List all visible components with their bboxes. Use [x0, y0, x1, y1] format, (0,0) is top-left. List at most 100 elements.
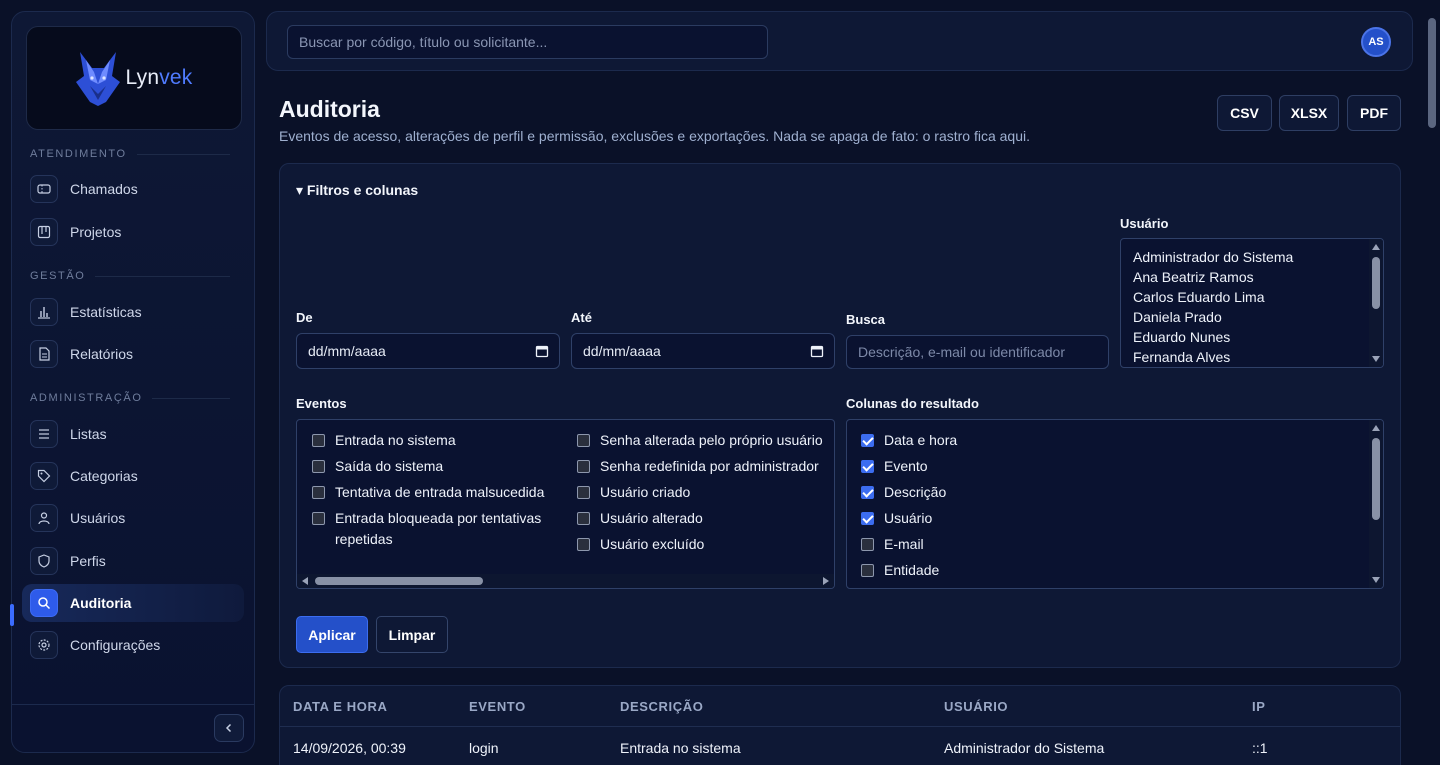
- user-option[interactable]: Fernanda Alves: [1121, 347, 1383, 367]
- brand-name: Lynvek: [125, 66, 193, 89]
- event-option[interactable]: Usuário criado: [577, 482, 690, 503]
- event-option[interactable]: Tentativa de entrada malsucedida: [312, 482, 544, 503]
- checkbox[interactable]: [861, 538, 874, 551]
- checkbox[interactable]: [312, 512, 325, 525]
- cell-description: Entrada no sistema: [620, 740, 741, 756]
- apply-button[interactable]: Aplicar: [296, 616, 368, 653]
- user-icon: [30, 504, 58, 532]
- checkbox[interactable]: [577, 486, 590, 499]
- sidebar-item-chamados[interactable]: Chamados: [22, 170, 244, 208]
- filters-panel: ▾ Filtros e colunas De dd/mm/aaaa Até dd…: [279, 163, 1401, 668]
- user-option[interactable]: Administrador do Sistema: [1121, 247, 1383, 267]
- sidebar: Lynvek ATENDIMENTO Chamados Projetos GES…: [10, 11, 255, 753]
- search-icon: [30, 589, 58, 617]
- columns-scrollbar[interactable]: [1369, 420, 1383, 588]
- sidebar-item-label: Chamados: [70, 181, 138, 197]
- cell-ip: ::1: [1252, 740, 1268, 756]
- from-date-input[interactable]: dd/mm/aaaa: [296, 333, 560, 369]
- user-option[interactable]: Ana Beatriz Ramos: [1121, 267, 1383, 287]
- brand-logo[interactable]: Lynvek: [26, 26, 242, 130]
- document-icon: [30, 340, 58, 368]
- sidebar-item-relatorios[interactable]: Relatórios: [22, 335, 244, 373]
- shield-icon: [30, 547, 58, 575]
- checkbox[interactable]: [312, 434, 325, 447]
- to-date-label: Até: [571, 310, 592, 325]
- checkbox[interactable]: [577, 460, 590, 473]
- events-horizontal-scrollbar[interactable]: [297, 574, 834, 588]
- page-title: Auditoria: [279, 96, 380, 122]
- from-date-label: De: [296, 310, 313, 325]
- page-subtitle: Eventos de acesso, alterações de perfil …: [279, 128, 1030, 144]
- column-header-description[interactable]: DESCRIÇÃO: [620, 699, 703, 714]
- checkbox-checked[interactable]: [861, 434, 874, 447]
- column-option[interactable]: Evento: [861, 456, 928, 477]
- export-csv-button[interactable]: CSV: [1217, 95, 1272, 131]
- global-search-input[interactable]: [287, 25, 768, 59]
- avatar[interactable]: AS: [1361, 27, 1391, 57]
- event-option[interactable]: Saída do sistema: [312, 456, 443, 477]
- event-option[interactable]: Senha alterada pelo próprio usuário: [577, 430, 823, 451]
- sidebar-item-listas[interactable]: Listas: [22, 415, 244, 453]
- section-title-atendimento: ATENDIMENTO: [30, 148, 230, 160]
- events-label: Eventos: [296, 396, 347, 411]
- event-option[interactable]: Entrada bloqueada por tentativas repetid…: [312, 508, 552, 550]
- calendar-icon[interactable]: [535, 344, 549, 358]
- event-option[interactable]: Senha redefinida por administrador: [577, 456, 819, 477]
- sidebar-item-label: Projetos: [70, 224, 122, 240]
- section-title-administracao: ADMINISTRAÇÃO: [30, 392, 230, 404]
- column-option[interactable]: Usuário: [861, 508, 932, 529]
- sidebar-item-auditoria[interactable]: Auditoria: [22, 584, 244, 622]
- checkbox[interactable]: [577, 538, 590, 551]
- event-option[interactable]: Entrada no sistema: [312, 430, 456, 451]
- checkbox[interactable]: [312, 486, 325, 499]
- column-option[interactable]: Descrição: [861, 482, 946, 503]
- user-select-scrollbar[interactable]: [1369, 239, 1383, 367]
- events-checkbox-group: Entrada no sistema Saída do sistema Tent…: [296, 419, 835, 589]
- sidebar-item-perfis[interactable]: Perfis: [22, 542, 244, 580]
- sidebar-item-projetos[interactable]: Projetos: [22, 213, 244, 251]
- tag-icon: [30, 462, 58, 490]
- checkbox[interactable]: [312, 460, 325, 473]
- chevron-left-icon: [225, 723, 232, 733]
- sidebar-item-label: Relatórios: [70, 346, 134, 362]
- sidebar-item-configuracoes[interactable]: Configurações: [22, 626, 244, 664]
- sidebar-item-usuarios[interactable]: Usuários: [22, 499, 244, 537]
- export-xlsx-button[interactable]: XLSX: [1279, 95, 1339, 131]
- column-header-user[interactable]: USUÁRIO: [944, 699, 1008, 714]
- ticket-icon: [30, 175, 58, 203]
- to-date-input[interactable]: dd/mm/aaaa: [571, 333, 835, 369]
- event-option[interactable]: Usuário alterado: [577, 508, 703, 529]
- calendar-icon[interactable]: [810, 344, 824, 358]
- export-pdf-button[interactable]: PDF: [1347, 95, 1401, 131]
- page-scrollbar[interactable]: [1424, 0, 1440, 765]
- checkbox-checked[interactable]: [861, 460, 874, 473]
- search-label: Busca: [846, 312, 886, 327]
- user-option[interactable]: Eduardo Nunes: [1121, 327, 1383, 347]
- sidebar-item-estatisticas[interactable]: Estatísticas: [22, 293, 244, 331]
- filter-search-input[interactable]: Descrição, e-mail ou identificador: [846, 335, 1109, 369]
- filters-toggle[interactable]: ▾ Filtros e colunas: [296, 182, 418, 199]
- user-option[interactable]: Daniela Prado: [1121, 307, 1383, 327]
- cell-user: Administrador do Sistema: [944, 740, 1105, 756]
- checkbox-checked[interactable]: [861, 486, 874, 499]
- checkbox[interactable]: [577, 512, 590, 525]
- clear-button[interactable]: Limpar: [376, 616, 448, 653]
- sidebar-item-label: Configurações: [70, 637, 161, 653]
- checkbox[interactable]: [577, 434, 590, 447]
- active-indicator: [10, 604, 14, 626]
- collapse-sidebar-button[interactable]: [214, 714, 244, 742]
- checkbox-checked[interactable]: [861, 512, 874, 525]
- column-header-event[interactable]: EVENTO: [469, 699, 526, 714]
- sidebar-item-categorias[interactable]: Categorias: [22, 457, 244, 495]
- user-select[interactable]: Administrador do Sistema Ana Beatriz Ram…: [1120, 238, 1384, 368]
- column-option[interactable]: Data e hora: [861, 430, 957, 451]
- column-option[interactable]: Entidade: [861, 560, 939, 581]
- cell-event: login: [469, 740, 499, 756]
- event-option[interactable]: Usuário excluído: [577, 534, 704, 555]
- column-option[interactable]: E-mail: [861, 534, 924, 555]
- column-header-datetime[interactable]: DATA E HORA: [293, 699, 387, 714]
- column-header-ip[interactable]: IP: [1252, 699, 1265, 714]
- checkbox[interactable]: [861, 564, 874, 577]
- cell-datetime: 14/09/2026, 00:39: [293, 740, 406, 756]
- user-option[interactable]: Carlos Eduardo Lima: [1121, 287, 1383, 307]
